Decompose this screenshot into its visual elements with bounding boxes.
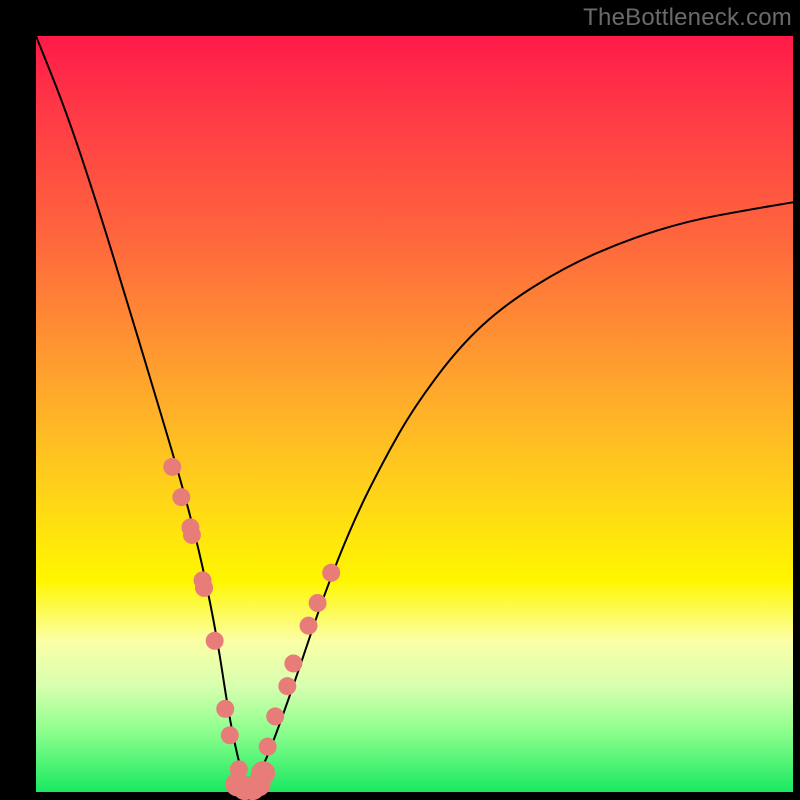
data-marker [221, 726, 239, 744]
bottleneck-curve [36, 36, 793, 783]
data-marker [278, 677, 296, 695]
data-marker [163, 458, 181, 476]
left-branch-markers [163, 458, 248, 778]
data-marker [300, 617, 318, 635]
data-marker [172, 488, 190, 506]
data-marker [309, 594, 327, 612]
data-marker [284, 654, 302, 672]
watermark-text: TheBottleneck.com [583, 4, 792, 32]
data-marker [259, 738, 277, 756]
data-marker [266, 707, 284, 725]
right-branch-markers [259, 564, 341, 756]
data-marker [251, 761, 275, 785]
data-marker [206, 632, 224, 650]
data-marker [216, 700, 234, 718]
chart-svg [36, 36, 793, 792]
chart-frame: TheBottleneck.com [0, 0, 800, 800]
data-marker [195, 579, 213, 597]
data-marker [183, 526, 201, 544]
plot-area [36, 36, 793, 792]
data-marker [322, 564, 340, 582]
